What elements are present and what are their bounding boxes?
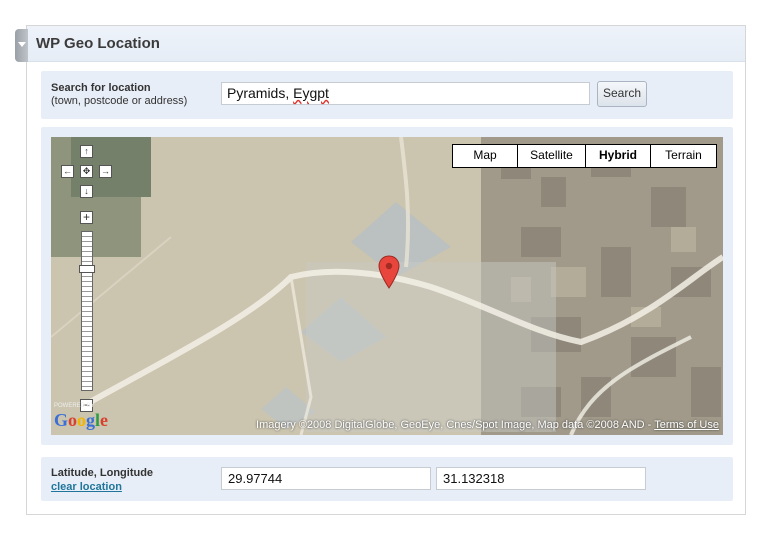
chevron-down-icon: [18, 42, 26, 47]
pan-left-icon[interactable]: ←: [61, 165, 74, 178]
latitude-field[interactable]: 29.97744: [221, 467, 431, 490]
search-hint: (town, postcode or address): [51, 95, 188, 107]
google-logo[interactable]: Google: [54, 410, 108, 431]
map-copyright: Imagery ©2008 DigitalGlobe, GeoEye, Cnes…: [256, 419, 719, 431]
location-marker-icon[interactable]: [378, 255, 400, 289]
terms-of-use-link[interactable]: Terms of Use: [654, 419, 719, 431]
panel-toggle[interactable]: [15, 29, 28, 62]
pan-up-icon[interactable]: ↑: [80, 145, 93, 158]
map-type-selector: Map Satellite Hybrid Terrain: [452, 144, 717, 168]
search-button[interactable]: Search: [597, 81, 647, 107]
panel-title: WP Geo Location: [36, 35, 160, 52]
panel-header[interactable]: WP Geo Location: [15, 26, 745, 62]
clear-location-link[interactable]: clear location: [51, 481, 122, 493]
powered-by-text: POWERED BY: [54, 403, 95, 409]
map-type-hybrid[interactable]: Hybrid: [585, 145, 650, 167]
pan-center-icon[interactable]: ✥: [80, 165, 93, 178]
map-type-terrain[interactable]: Terrain: [650, 145, 716, 167]
copyright-text: Imagery ©2008 DigitalGlobe, GeoEye, Cnes…: [256, 419, 652, 431]
longitude-field[interactable]: 31.132318: [436, 467, 646, 490]
coordinates-row: Latitude, Longitude clear location 29.97…: [41, 457, 733, 501]
search-row: Search for location (town, postcode or a…: [41, 71, 733, 119]
coordinates-label: Latitude, Longitude: [51, 467, 154, 479]
zoom-in-icon[interactable]: +: [80, 211, 93, 224]
search-value-misspelled: Eygpt: [293, 85, 329, 101]
geo-location-panel: WP Geo Location Search for location (tow…: [15, 25, 746, 515]
search-label: Search for location: [51, 82, 151, 94]
map-row: Map Satellite Hybrid Terrain ↑ ← ✥ → ↓ +…: [41, 127, 733, 445]
pan-down-icon[interactable]: ↓: [80, 185, 93, 198]
zoom-slider[interactable]: [81, 231, 93, 391]
map-view[interactable]: Map Satellite Hybrid Terrain ↑ ← ✥ → ↓ +…: [51, 137, 723, 435]
search-value-first: Pyramids,: [227, 85, 290, 101]
zoom-slider-handle[interactable]: [79, 265, 95, 273]
map-type-map[interactable]: Map: [453, 145, 517, 167]
pan-right-icon[interactable]: →: [99, 165, 112, 178]
map-type-satellite[interactable]: Satellite: [517, 145, 585, 167]
search-input[interactable]: Pyramids, Eygpt: [221, 82, 590, 105]
